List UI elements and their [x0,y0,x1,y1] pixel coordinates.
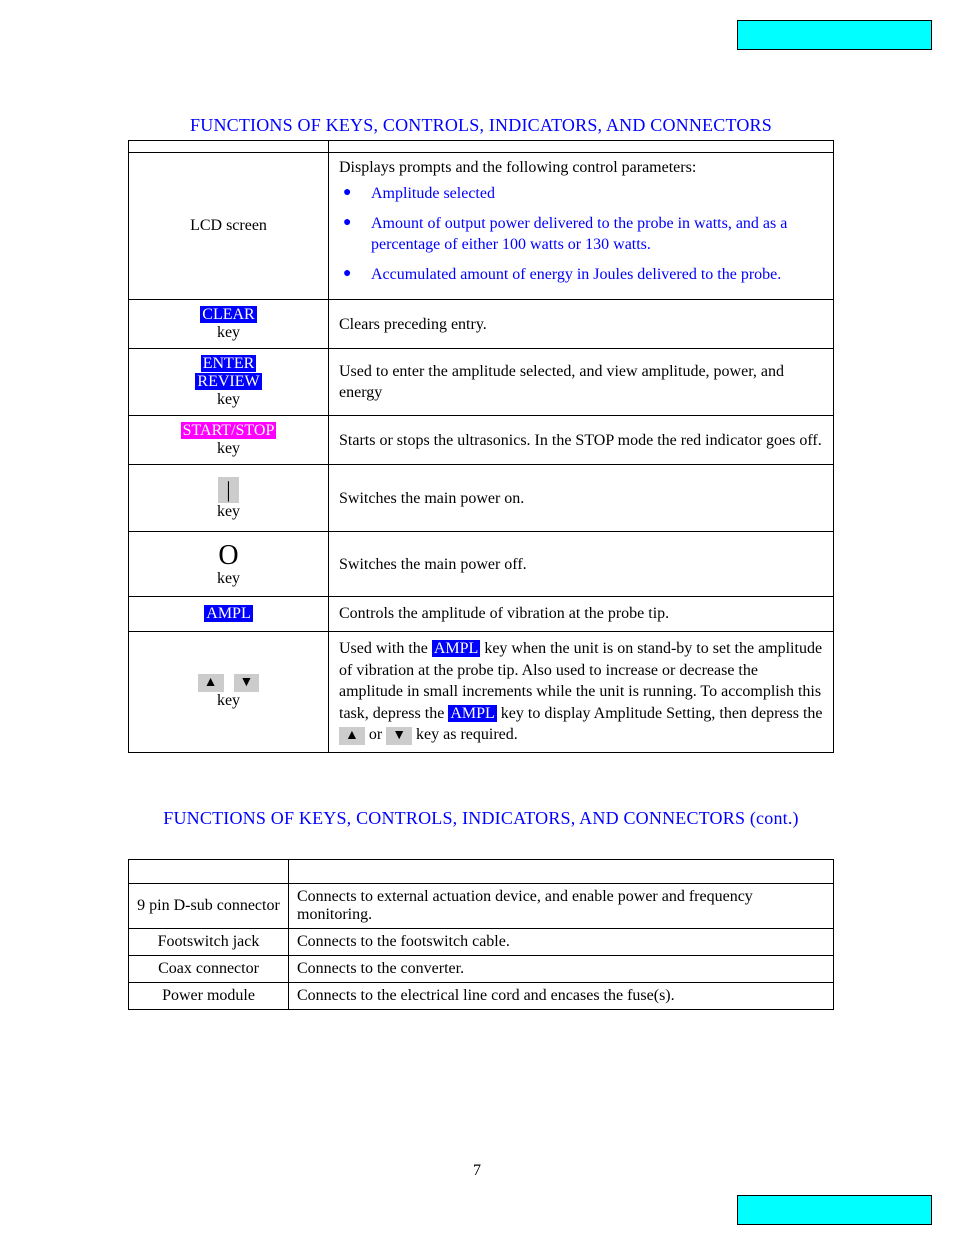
start-stop-key-tag: START/STOP [181,422,277,439]
dsub-desc: Connects to external actuation device, a… [289,883,834,928]
row-power-module: Power module Connects to the electrical … [129,982,834,1009]
lcd-bullet: Amplitude selected [339,183,823,205]
lcd-label: LCD screen [129,153,329,300]
down-arrow-inline-icon: ▼ [386,727,412,745]
row-start-stop-key: START/STOP key Starts or stops the ultra… [129,416,834,465]
row-footswitch: Footswitch jack Connects to the footswit… [129,928,834,955]
coax-desc: Connects to the converter. [289,955,834,982]
start-stop-desc: Starts or stops the ultrasonics. In the … [329,416,834,465]
page-number: 7 [0,1162,954,1180]
functions-table-1: LCD screen Displays prompts and the foll… [128,140,834,753]
lcd-intro: Displays prompts and the following contr… [339,159,823,177]
row-clear-key: CLEAR key Clears preceding entry. [129,300,834,349]
power-off-icon: O [218,540,238,571]
lcd-bullet: Amount of output power delivered to the … [339,213,823,256]
key-sub: key [139,503,318,521]
down-arrow-icon: ▼ [234,674,260,692]
row-power-off-key: O key Switches the main power off. [129,532,834,597]
power-on-icon: | [218,477,238,503]
ampl-key-tag: AMPL [204,605,252,622]
ampl-inline-tag: AMPL [432,640,480,657]
key-sub: key [139,391,318,409]
section-heading-1: FUNCTIONS OF KEYS, CONTROLS, INDICATORS,… [128,115,834,136]
up-arrow-inline-icon: ▲ [339,727,365,745]
key-sub: key [139,692,318,710]
key-sub: key [139,440,318,458]
row-arrow-keys: ▲ ▼ key Used with the AMPL key when the … [129,631,834,752]
arrows-desc: Used with the AMPL key when the unit is … [329,631,834,752]
row-lcd-screen: LCD screen Displays prompts and the foll… [129,153,834,300]
lcd-bullet: Accumulated amount of energy in Joules d… [339,264,823,286]
up-arrow-icon: ▲ [198,674,224,692]
page-content: FUNCTIONS OF KEYS, CONTROLS, INDICATORS,… [0,0,954,1010]
key-sub: key [139,570,318,588]
enter-review-desc: Used to enter the amplitude selected, an… [329,349,834,416]
row-ampl-key: AMPL Controls the amplitude of vibration… [129,597,834,632]
row-enter-review-key: ENTER REVIEW key Used to enter the ampli… [129,349,834,416]
section-heading-2: FUNCTIONS OF KEYS, CONTROLS, INDICATORS,… [128,808,834,829]
row-coax: Coax connector Connects to the converter… [129,955,834,982]
footswitch-desc: Connects to the footswitch cable. [289,928,834,955]
power-on-desc: Switches the main power on. [329,465,834,532]
enter-key-tag: ENTER [201,355,257,372]
ampl-desc: Controls the amplitude of vibration at t… [329,597,834,632]
power-off-desc: Switches the main power off. [329,532,834,597]
coax-label: Coax connector [129,955,289,982]
power-module-label: Power module [129,982,289,1009]
functions-table-2: 9 pin D-sub connector Connects to extern… [128,859,834,1010]
ampl-inline-tag: AMPL [448,705,496,722]
key-sub: key [139,324,318,342]
decorative-cyan-box-bottom [737,1195,932,1225]
dsub-label: 9 pin D-sub connector [129,883,289,928]
clear-key-tag: CLEAR [200,306,256,323]
power-module-desc: Connects to the electrical line cord and… [289,982,834,1009]
row-power-on-key: | key Switches the main power on. [129,465,834,532]
footswitch-label: Footswitch jack [129,928,289,955]
decorative-cyan-box-top [737,20,932,50]
review-key-tag: REVIEW [195,373,261,390]
clear-desc: Clears preceding entry. [329,300,834,349]
row-dsub: 9 pin D-sub connector Connects to extern… [129,883,834,928]
lcd-bullet-list: Amplitude selected Amount of output powe… [339,183,823,285]
